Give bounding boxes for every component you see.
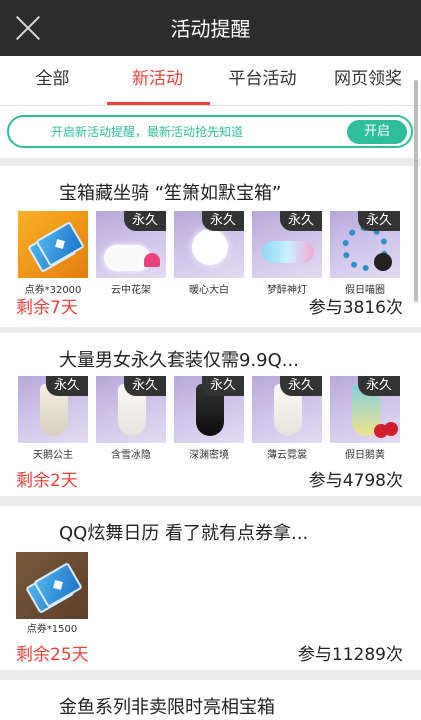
- item-label: 暖心大白: [189, 285, 229, 296]
- activity-card[interactable]: 宝箱藏坐骑 “笙箫如默宝箱” 点券*32000 永久 云中花架 永久 暖心大白 …: [0, 166, 421, 327]
- ticket-icon: [25, 560, 83, 614]
- item-thumbnail[interactable]: 永久: [174, 376, 244, 443]
- item-thumbnail[interactable]: [18, 211, 88, 278]
- activity-title: QQ炫舞日历 看了就有点券拿...: [59, 523, 309, 544]
- item-thumbnail[interactable]: 永久: [252, 211, 322, 278]
- tab-web-rewards[interactable]: 网页领奖: [315, 56, 421, 106]
- title-bar: 活动提醒: [0, 0, 421, 56]
- participation-count: 参与11289次: [297, 645, 403, 665]
- permanent-badge: 永久: [202, 376, 244, 396]
- scrollbar[interactable]: [414, 80, 418, 302]
- remaining-days: 剩余25天: [16, 645, 89, 665]
- tab-new-activity[interactable]: 新活动: [105, 56, 210, 106]
- permanent-badge: 永久: [280, 211, 322, 231]
- remaining-days: 剩余2天: [16, 471, 78, 491]
- activity-card[interactable]: QQ炫舞日历 看了就有点券拿... 点券*1500 剩余25天 参与11289次: [0, 506, 421, 670]
- item-label: 点券*1500: [26, 624, 78, 635]
- permanent-badge: 永久: [280, 376, 322, 396]
- cherry-icon: [384, 422, 398, 436]
- notify-bar: 开启新活动提醒，最新活动抢先知道 开启: [0, 106, 421, 158]
- permanent-badge: 永久: [46, 376, 88, 396]
- skull-icon: [374, 253, 392, 271]
- heart-icon: [144, 253, 160, 267]
- tab-bar: 全部 新活动 平台活动 网页领奖: [0, 56, 421, 106]
- notify-text: 开启新活动提醒，最新活动抢先知道: [51, 125, 244, 139]
- activity-card[interactable]: 金鱼系列非卖限时亮相宝箱: [0, 680, 421, 720]
- activity-title: 宝箱藏坐骑 “笙箫如默宝箱”: [59, 183, 282, 204]
- permanent-badge: 永久: [202, 211, 244, 231]
- item-thumbnail[interactable]: 永久: [330, 211, 400, 278]
- activity-title: 大量男女永久套装仅需9.9Q...: [59, 350, 299, 371]
- permanent-badge: 永久: [358, 376, 400, 396]
- item-thumbnail[interactable]: 永久: [96, 376, 166, 443]
- participation-count: 参与4798次: [308, 471, 403, 491]
- cloud-shelf-icon: [104, 245, 150, 271]
- item-thumbnail[interactable]: 永久: [330, 376, 400, 443]
- permanent-badge: 永久: [124, 211, 166, 231]
- item-label: 含雪冰隐: [111, 450, 151, 461]
- permanent-badge: 永久: [358, 211, 400, 231]
- ticket-icon: [27, 219, 85, 273]
- item-label: 假日鹅黄: [345, 450, 385, 461]
- item-label: 深渊密境: [189, 450, 229, 461]
- item-label: 云中花架: [111, 285, 151, 296]
- tab-all[interactable]: 全部: [0, 56, 105, 106]
- item-thumbnail[interactable]: 永久: [96, 211, 166, 278]
- remaining-days: 剩余7天: [16, 298, 78, 318]
- item-label: 天鹅公主: [33, 450, 73, 461]
- activity-card[interactable]: 大量男女永久套装仅需9.9Q... 永久 天鹅公主 永久 含雪冰隐 永久 深渊密…: [0, 333, 421, 496]
- notify-banner: 开启新活动提醒，最新活动抢先知道 开启: [7, 115, 413, 148]
- item-thumbnail[interactable]: 永久: [18, 376, 88, 443]
- item-thumbnail[interactable]: 永久: [252, 376, 322, 443]
- item-thumbnail[interactable]: [16, 552, 88, 619]
- activity-title: 金鱼系列非卖限时亮相宝箱: [59, 697, 275, 718]
- page-title: 活动提醒: [170, 17, 251, 41]
- tab-platform-activity[interactable]: 平台活动: [210, 56, 315, 106]
- enable-notify-button[interactable]: 开启: [347, 120, 407, 144]
- permanent-badge: 永久: [124, 376, 166, 396]
- participation-count: 参与3816次: [308, 298, 403, 318]
- item-thumbnail[interactable]: 永久: [174, 211, 244, 278]
- plush-icon: [192, 229, 228, 265]
- item-label: 薄云霓裳: [267, 450, 307, 461]
- magic-lamp-icon: [262, 241, 314, 263]
- active-tab-indicator: [107, 102, 210, 105]
